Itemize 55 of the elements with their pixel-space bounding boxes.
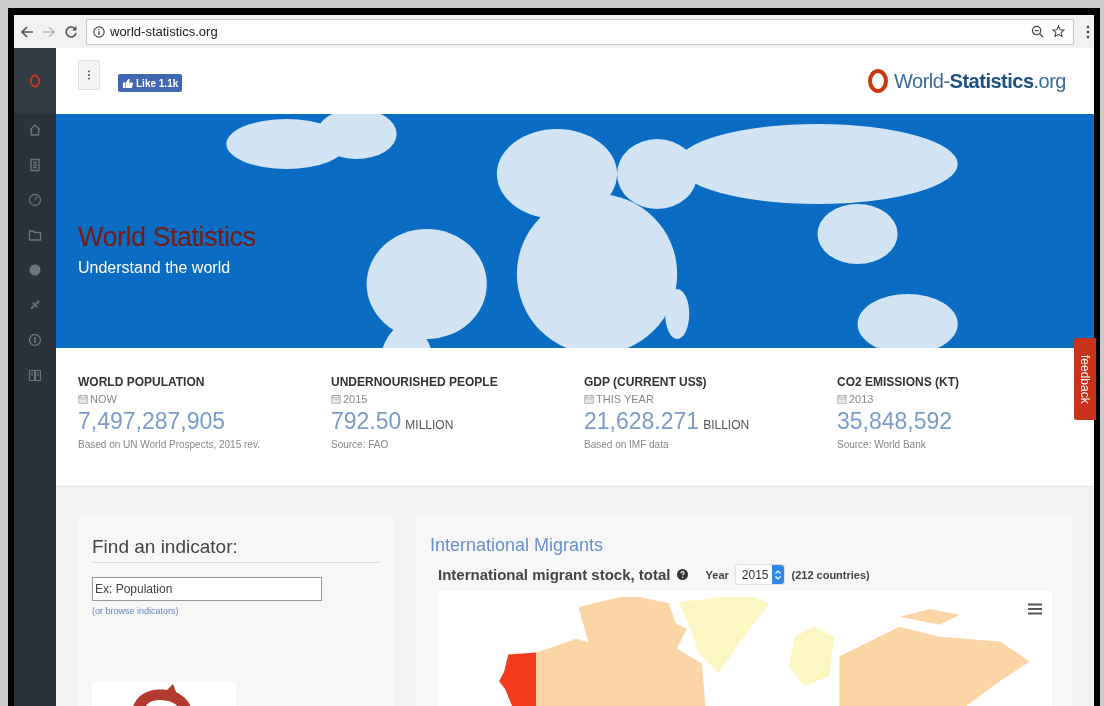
chart-title: International migrant stock, total [438,566,671,583]
stat-value: 35,848,592 [837,408,953,435]
panel-heading: Find an indicator: [92,536,380,563]
stat-date: NOW [90,393,117,405]
browse-indicators-link[interactable]: (or browse indicators) [92,606,179,616]
gauge-icon[interactable] [28,193,42,207]
stat-note: Based on IMF data [584,439,670,450]
stat-date: THIS YEAR [596,393,654,405]
address-bar[interactable]: world-statistics.org [86,18,1074,45]
stat-unit: MILLION [405,418,454,432]
stat-title: UNDERNOURISHED PEOPLE [331,375,499,389]
book-icon[interactable] [28,368,42,382]
list-icon[interactable] [28,158,42,172]
stat-date: 2013 [849,393,874,405]
reload-icon[interactable] [64,24,78,39]
stat-title: WORLD POPULATION [78,375,206,389]
panel-heading: International Migrants [430,535,605,556]
stat-unit: BILLION [703,418,750,432]
indicator-search-field[interactable]: Ex: Population [92,577,322,601]
help-icon[interactable] [676,569,688,580]
calendar-icon [837,394,847,404]
url-text: world-statistics.org [110,24,218,39]
thumbs-up-icon [122,77,133,89]
site-logo-text[interactable]: World-Statistics.org [894,69,1066,93]
back-icon[interactable] [20,24,34,39]
browser-menu-icon[interactable] [1086,24,1090,39]
zoom-out-icon[interactable] [1031,25,1044,38]
stat-value: 21,628.271 [584,408,700,435]
year-select[interactable]: 2015 [734,564,786,585]
stat-note: Source: World Bank [837,439,927,450]
year-label: Year [705,568,729,581]
hero-subtitle: Understand the world [78,258,232,277]
star-icon[interactable] [1052,25,1065,38]
info-icon[interactable] [93,25,105,38]
feedback-tab[interactable]: feedback [1074,338,1096,420]
like-button[interactable]: Like 1.1k [118,74,183,92]
stat-title: GDP (CURRENT US$) [584,375,708,389]
logo-icon[interactable] [30,74,40,88]
logo-icon [867,69,890,93]
up-down-arrows-icon [774,568,783,581]
stat-note: Based on UN World Prospects, 2015 rev. [78,439,261,450]
stat-value: 7,497,287,905 [78,408,226,435]
vertical-dots-icon [87,70,91,80]
calendar-icon [584,394,594,404]
country-count: (212 countries) [791,568,870,581]
stat-value: 792.50 [331,408,402,435]
stat-date: 2015 [343,393,368,405]
stat-note: Source: FAO [331,439,390,450]
menu-icon[interactable] [1028,603,1042,615]
hero-title: World Statistics [78,221,256,253]
home-icon[interactable] [28,123,42,137]
calendar-icon [331,394,341,404]
calendar-icon [78,394,88,404]
folder-icon[interactable] [28,228,42,242]
forward-icon[interactable] [42,24,56,39]
